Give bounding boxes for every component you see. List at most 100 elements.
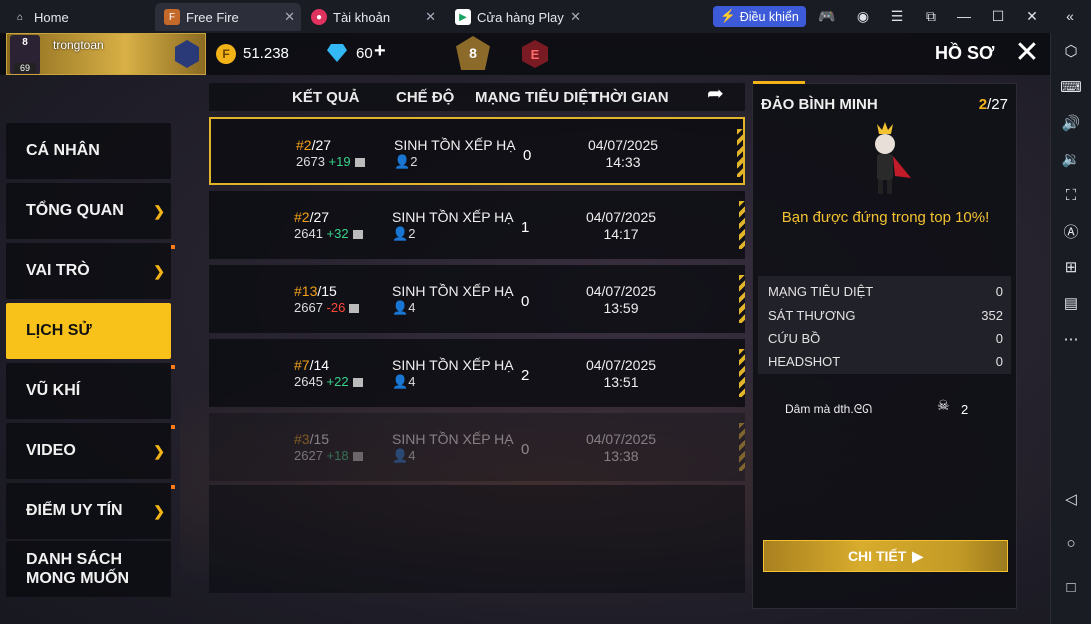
match-points: 2641 +32 [294, 226, 363, 241]
br-rank-icon[interactable]: 8 [456, 36, 490, 70]
nav-personal[interactable]: CÁ NHÂN [6, 123, 171, 179]
share-icon[interactable]: ➦ [707, 81, 737, 107]
team-size: 👤4 [392, 300, 415, 316]
gold-coin-icon: F [216, 44, 236, 64]
home-circle-icon[interactable]: ○ [1061, 533, 1081, 553]
match-row[interactable]: #7/14 2645 +22 SINH TỒN XẾP HẠ 👤4 2 04/0… [209, 339, 745, 407]
br-rank-number: 8 [469, 45, 477, 61]
collapse-sidebar-icon[interactable]: « [1062, 8, 1078, 24]
match-row[interactable]: #3/15 2627 +18 SINH TỒN XẾP HẠ 👤4 0 04/0… [209, 413, 745, 481]
diamond-icon [327, 44, 347, 62]
account-circle-icon[interactable]: ◉ [855, 8, 871, 24]
nav-video[interactable]: VIDEO ❯ [6, 423, 175, 479]
nav-label: CÁ NHÂN [26, 142, 100, 159]
menu-icon[interactable]: ☰ [889, 8, 905, 24]
team-size: 👤2 [392, 226, 415, 242]
nav-history[interactable]: LỊCH SỬ [6, 303, 171, 359]
close-tab-icon[interactable]: ✕ [425, 9, 436, 25]
nav-overview[interactable]: TỔNG QUAN ❯ [6, 183, 171, 239]
teammate-name[interactable]: Dâm mà dth.ᘓᘏ [785, 402, 872, 417]
placement: #2 [296, 137, 312, 153]
team-size-value: 4 [408, 374, 416, 389]
apk-install-icon[interactable]: ▤ [1061, 293, 1081, 313]
add-diamonds-button[interactable]: + [374, 40, 386, 63]
match-row[interactable]: #2/27 2673 +19 SINH TỒN XẾP HẠ 👤2 0 04/0… [209, 117, 745, 185]
keyboard-icon[interactable]: ⌨ [1060, 77, 1082, 97]
close-tab-icon[interactable]: ✕ [570, 9, 581, 25]
match-row[interactable]: #2/27 2641 +32 SINH TỒN XẾP HẠ 👤2 1 04/0… [209, 191, 745, 259]
nav-label: TỔNG QUAN [26, 202, 124, 219]
person-icon: 👤 [392, 226, 409, 241]
points-delta: +18 [326, 448, 349, 463]
nav-label: ĐIỂM UY TÍN [26, 502, 123, 519]
match-time: 14:33 [605, 154, 641, 170]
table-empty-area [209, 485, 745, 593]
nav-roles[interactable]: VAI TRÒ ❯ [6, 243, 175, 299]
match-kills: 1 [521, 219, 530, 236]
gamepad-icon[interactable]: 🎮 [818, 8, 835, 24]
row-stripes [739, 423, 745, 471]
top-percent-message: Bạn được đứng trong top 10%! [781, 209, 990, 226]
row-stripes [739, 349, 745, 397]
close-profile-button[interactable]: ✕ [1013, 38, 1041, 68]
placement: #2 [294, 209, 310, 225]
close-window-icon[interactable]: ✕ [1024, 8, 1040, 24]
match-row[interactable]: #13/15 2667 -26 SINH TỒN XẾP HẠ 👤4 0 04/… [209, 265, 745, 333]
panel-accent [753, 81, 805, 84]
points-delta: +22 [326, 374, 349, 389]
match-points: 2667 -26 [294, 300, 360, 315]
player-banner[interactable]: 8 69 trongtoan [6, 33, 206, 75]
position-total: /27 [987, 96, 1008, 113]
volume-down-icon[interactable]: 🔉 [1061, 149, 1081, 169]
minimize-icon[interactable]: — [956, 8, 972, 24]
controls-button[interactable]: ⚡ Điều khiển [713, 6, 806, 27]
cs-rank-letter: E [530, 46, 540, 62]
tab-home[interactable]: ⌂ Home [12, 3, 152, 31]
tab-free-fire[interactable]: F Free Fire ✕ [155, 3, 301, 31]
settings-icon[interactable]: ⬡ [1061, 41, 1081, 61]
tab-play-store-label: Cửa hàng Play [477, 9, 564, 25]
level-badge: 8 69 [10, 35, 40, 74]
points-delta: -26 [326, 300, 346, 315]
match-kills: 0 [521, 293, 530, 310]
player-total: /27 [309, 209, 330, 225]
team-size-value: 2 [410, 154, 418, 169]
account-app-icon: ● [311, 9, 327, 25]
player-level: 69 [14, 63, 36, 73]
maximize-icon[interactable]: ☐ [990, 8, 1006, 24]
match-mode: SINH TỒN XẾP HẠ [392, 357, 514, 373]
details-button[interactable]: CHI TIẾT ▶ [763, 540, 1008, 572]
more-options-icon[interactable]: ⋯ [1061, 329, 1081, 349]
nav-wishlist[interactable]: DANH SÁCH MONG MUỐN [6, 541, 171, 597]
points: 2667 [294, 300, 323, 315]
fullscreen-icon[interactable]: ⛶ [1061, 185, 1081, 205]
player-total: /14 [309, 357, 330, 373]
screenshot-icon[interactable]: ⊞ [1061, 257, 1081, 277]
tab-account[interactable]: ● Tài khoản ✕ [302, 3, 442, 31]
cs-rank-icon[interactable]: E [522, 40, 548, 68]
restore-window-icon[interactable]: ⧉ [923, 8, 939, 24]
stat-label: HEADSHOT [768, 354, 841, 369]
notification-dot [171, 425, 175, 429]
nav-credit-score[interactable]: ĐIỂM UY TÍN ❯ [6, 483, 175, 539]
match-points: 2627 +18 [294, 448, 363, 463]
col-time: THỜI GIAN [590, 89, 669, 106]
close-tab-icon[interactable]: ✕ [284, 9, 295, 25]
match-points: 2673 +19 [296, 154, 365, 169]
col-kills: MẠNG TIÊU DIỆT [475, 89, 598, 106]
stat-value: 0 [995, 331, 1003, 346]
nav-label: LỊCH SỬ [26, 322, 92, 339]
match-rank: #7/14 [294, 357, 329, 373]
points: 2641 [294, 226, 323, 241]
recents-icon[interactable]: □ [1061, 577, 1081, 597]
macro-icon[interactable]: Ⓐ [1061, 221, 1081, 241]
nav-weapons[interactable]: VŨ KHÍ [6, 363, 175, 419]
player-total: /15 [309, 431, 330, 447]
volume-up-icon[interactable]: 🔊 [1061, 113, 1081, 133]
tab-play-store[interactable]: ▶ Cửa hàng Play ✕ [447, 3, 587, 31]
tab-free-fire-label: Free Fire [186, 9, 239, 25]
back-icon[interactable]: ◁ [1061, 489, 1081, 509]
row-stripes [739, 201, 745, 249]
match-kills: 0 [521, 441, 530, 458]
map-name: ĐẢO BÌNH MINH [761, 96, 878, 113]
